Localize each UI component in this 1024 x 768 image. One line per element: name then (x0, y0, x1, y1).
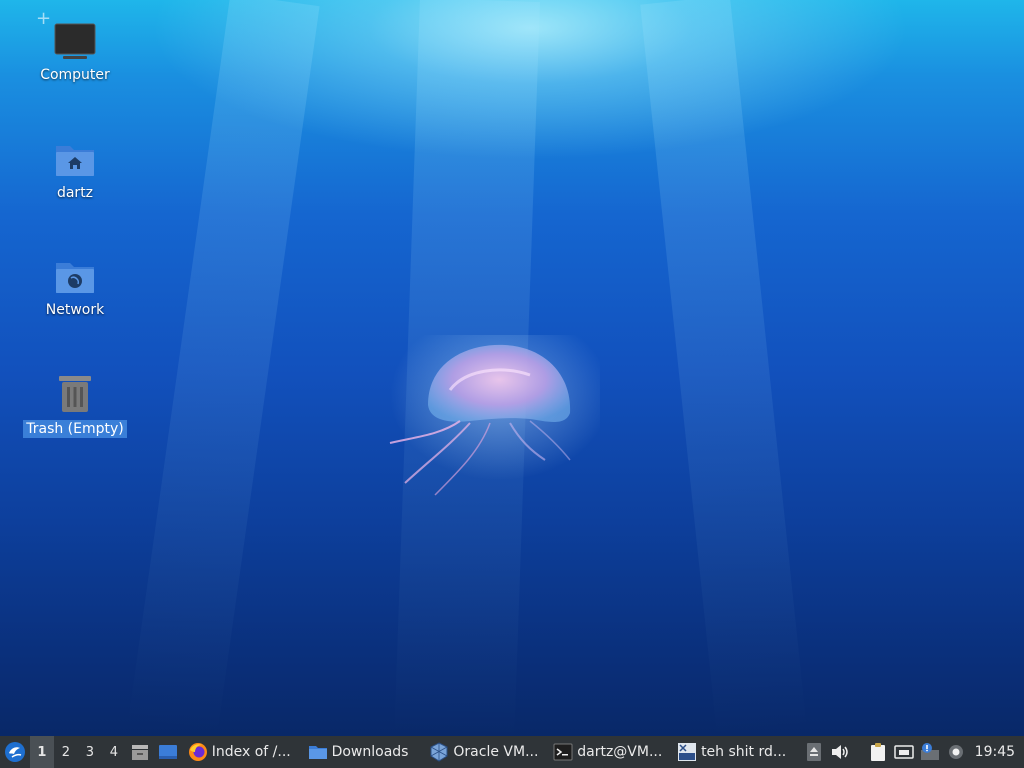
tray-settings[interactable] (943, 736, 969, 768)
tray-update-notifier[interactable] (917, 736, 943, 768)
taskbar: 1 2 3 4 Index of /... Downloads Oracle V… (0, 736, 1024, 768)
task-label: Index of /... (211, 744, 291, 760)
terminal-icon (553, 743, 573, 761)
tray-clipboard[interactable] (865, 736, 891, 768)
settings-icon (948, 745, 963, 759)
tray-network[interactable] (891, 736, 917, 768)
desktop-icon-label: Network (45, 302, 105, 318)
firefox-icon (188, 743, 207, 761)
clipboard-icon (870, 743, 885, 761)
file-manager-icon (131, 745, 148, 760)
desktop-background[interactable]: + Computer dartz Network Trash (Empty) (0, 0, 1024, 736)
lubuntu-menu-icon (4, 742, 25, 762)
workspace-4-button[interactable]: 4 (102, 736, 126, 768)
task-label: Oracle VM... (453, 744, 539, 760)
taskbar-task-terminal[interactable]: dartz@VM... (547, 736, 671, 768)
desktop-icon-label: Computer (40, 67, 110, 83)
desktop-icon-computer[interactable]: Computer (20, 22, 130, 84)
trash-icon (59, 376, 91, 412)
show-desktop-icon (158, 745, 177, 759)
home-folder-icon (56, 146, 94, 176)
desktop-icon-label: Trash (Empty) (23, 420, 127, 438)
eject-icon (806, 743, 821, 761)
jellyfish-image (389, 335, 600, 496)
taskbar-task-firefox[interactable]: Index of /... (182, 736, 302, 768)
workspace-3-button[interactable]: 3 (78, 736, 102, 768)
task-label: dartz@VM... (577, 744, 663, 760)
desktop-icon-label: dartz (56, 185, 94, 201)
workspace-1-button[interactable]: 1 (29, 736, 54, 768)
desktop-icon-home-folder[interactable]: dartz (20, 140, 130, 202)
clock[interactable]: 19:45 (969, 744, 1024, 760)
volume-icon (831, 745, 848, 759)
computer-icon (54, 23, 96, 59)
rdp-icon (678, 743, 697, 761)
folder-icon (308, 746, 327, 759)
tray-volume[interactable] (827, 736, 853, 768)
update-notifier-icon (920, 743, 939, 760)
taskbar-task-virtualbox[interactable]: Oracle VM... (423, 736, 547, 768)
show-desktop-button[interactable] (154, 736, 182, 768)
tray-eject[interactable] (801, 736, 827, 768)
virtualbox-icon (430, 742, 448, 762)
task-label: teh shit rd... (701, 744, 787, 760)
taskbar-task-downloads[interactable]: Downloads (302, 736, 424, 768)
network-folder-icon (56, 263, 94, 293)
workspace-2-button[interactable]: 2 (54, 736, 78, 768)
network-wired-icon (894, 745, 914, 759)
desktop-icon-network[interactable]: Network (20, 257, 130, 319)
taskbar-task-rdp[interactable]: teh shit rd... (671, 736, 795, 768)
desktop-icon-trash[interactable]: Trash (Empty) (20, 372, 130, 438)
start-menu-button[interactable] (0, 736, 30, 768)
task-label: Downloads (331, 744, 409, 760)
file-manager-launcher[interactable] (126, 736, 154, 768)
